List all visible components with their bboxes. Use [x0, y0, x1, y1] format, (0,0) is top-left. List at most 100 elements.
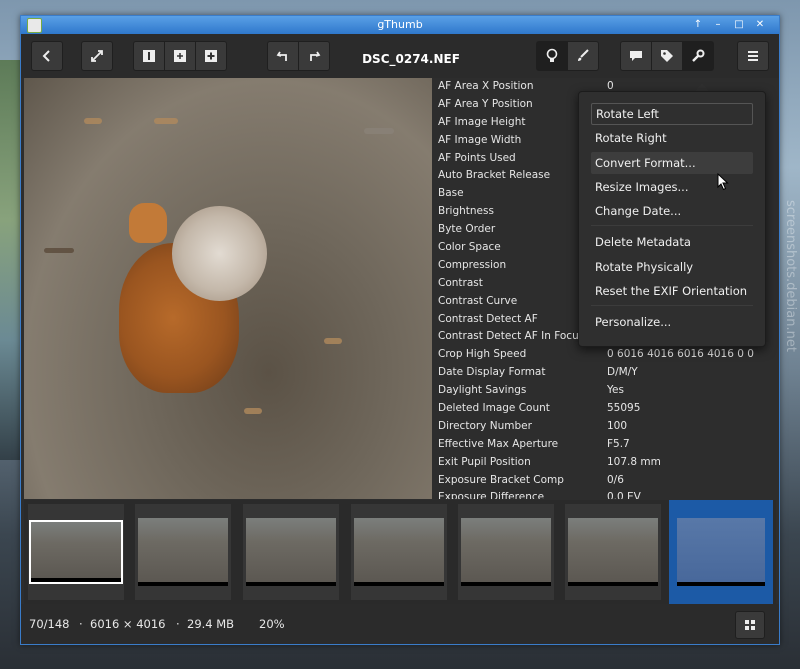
- metadata-key: Byte Order: [438, 223, 496, 236]
- thumbnail[interactable]: [135, 504, 231, 600]
- metadata-key: Base: [438, 187, 464, 200]
- rotate-right-button[interactable]: [298, 41, 330, 71]
- thumbnail-strip[interactable]: [24, 500, 776, 604]
- squirrel-head: [129, 203, 167, 243]
- metadata-key: Deleted Image Count: [438, 402, 550, 415]
- grid-icon: [745, 620, 755, 630]
- thumbnail[interactable]: [565, 504, 661, 600]
- metadata-key: Directory Number: [438, 419, 532, 432]
- metadata-row: Deleted Image Count 55095: [434, 400, 776, 418]
- back-button[interactable]: [31, 41, 63, 71]
- metadata-key: AF Area Y Position: [438, 97, 533, 110]
- metadata-row: Exit Pupil Position 107.8 mm: [434, 454, 776, 472]
- fullscreen-button[interactable]: [81, 41, 113, 71]
- watermark: screenshots.debian.net: [783, 200, 798, 352]
- ground-twig: [44, 248, 74, 253]
- metadata-value: D/M/Y: [607, 366, 638, 379]
- tag-icon: [661, 50, 673, 62]
- lightbulb-icon: [546, 48, 558, 62]
- ground-leaf: [324, 338, 342, 344]
- main-menu-button[interactable]: [737, 41, 769, 71]
- menu-separator: [591, 305, 753, 306]
- fullscreen-icon: [91, 50, 103, 62]
- metadata-key: Contrast Detect AF: [438, 312, 538, 325]
- thumbnail-image: [461, 518, 551, 586]
- tools-menu: Rotate Left Rotate Right Convert Format...…: [578, 91, 766, 347]
- metadata-key: Contrast: [438, 276, 483, 289]
- keep-above-icon[interactable]: ↑: [691, 18, 705, 31]
- metadata-key: Contrast Detect AF In Focus: [438, 330, 585, 343]
- metadata-row: Directory Number 100: [434, 418, 776, 436]
- metadata-value: Yes: [607, 384, 624, 397]
- thumbnail[interactable]: [669, 500, 773, 604]
- thumbnail-image: [246, 518, 336, 586]
- toolbar: DSC_0274.NEF: [21, 34, 779, 78]
- metadata-key: AF Image Width: [438, 133, 522, 146]
- ground-leaf: [154, 118, 178, 124]
- desktop-background: [0, 60, 22, 460]
- menu-item-convert-format[interactable]: Convert Format...: [591, 152, 753, 174]
- file-name: DSC_0274.NEF: [362, 52, 460, 66]
- thumbnail[interactable]: [351, 504, 447, 600]
- metadata-key: Date Display Format: [438, 366, 546, 379]
- squirrel-tail: [172, 206, 267, 301]
- wrench-icon: [692, 49, 705, 62]
- metadata-key: Exposure Difference: [438, 491, 545, 499]
- zoom-in-button[interactable]: [195, 41, 227, 71]
- thumbnail[interactable]: [458, 504, 554, 600]
- menu-item-rotate-physically[interactable]: Rotate Physically: [591, 256, 753, 278]
- metadata-key: Crop High Speed: [438, 348, 527, 361]
- comment-button[interactable]: [620, 41, 652, 71]
- menu-item-delete-metadata[interactable]: Delete Metadata: [591, 231, 753, 253]
- fit-window-button[interactable]: [164, 41, 196, 71]
- menu-item-rotate-right[interactable]: Rotate Right: [591, 127, 753, 149]
- tools-group: [620, 41, 714, 71]
- chevron-left-icon: [42, 50, 50, 62]
- thumbnail-image: [677, 518, 765, 586]
- metadata-key: AF Area X Position: [438, 80, 534, 92]
- browser-mode-button[interactable]: [735, 611, 765, 639]
- status-separator: ·: [79, 617, 83, 631]
- metadata-value: 55095: [607, 402, 641, 415]
- title-bar[interactable]: gThumb ↑ – □ ✕: [21, 16, 779, 34]
- thumbnail[interactable]: [28, 504, 124, 600]
- image-viewer[interactable]: [24, 78, 432, 499]
- metadata-key: Exit Pupil Position: [438, 455, 531, 468]
- properties-toggle[interactable]: [536, 41, 568, 71]
- rotate-left-button[interactable]: [267, 41, 299, 71]
- mouse-cursor-icon: [717, 173, 729, 191]
- metadata-key: Contrast Curve: [438, 294, 518, 307]
- tags-button[interactable]: [651, 41, 683, 71]
- menu-item-change-date[interactable]: Change Date...: [591, 200, 753, 222]
- metadata-row: Daylight Savings Yes: [434, 382, 776, 400]
- metadata-key: Compression: [438, 258, 507, 271]
- actual-size-button[interactable]: [133, 41, 165, 71]
- tools-button[interactable]: [682, 41, 714, 71]
- metadata-key: AF Points Used: [438, 151, 516, 164]
- gthumb-window: gThumb ↑ – □ ✕ DSC_0274.NEF AF Area X Po…: [20, 15, 780, 645]
- thumbnail-image: [29, 520, 123, 584]
- metadata-row: Exposure Difference 0.0 EV: [434, 489, 776, 499]
- edit-button[interactable]: [567, 41, 599, 71]
- metadata-key: Exposure Bracket Comp: [438, 473, 564, 486]
- status-separator: ·: [176, 617, 180, 631]
- metadata-row: Effective Max Aperture F5.7: [434, 436, 776, 454]
- metadata-row: Exposure Bracket Comp 0/6: [434, 472, 776, 490]
- metadata-value: F5.7: [607, 437, 630, 450]
- menu-item-personalize[interactable]: Personalize...: [591, 311, 753, 333]
- fit-window-icon: [174, 50, 186, 62]
- metadata-value: 0.0 EV: [607, 491, 641, 499]
- maximize-icon[interactable]: □: [732, 18, 746, 31]
- thumbnail[interactable]: [243, 504, 339, 600]
- metadata-key: Effective Max Aperture: [438, 437, 559, 450]
- menu-item-reset-exif-orientation[interactable]: Reset the EXIF Orientation: [591, 280, 753, 302]
- close-icon[interactable]: ✕: [753, 18, 767, 31]
- thumbnail-image: [568, 518, 658, 586]
- menu-item-rotate-left[interactable]: Rotate Left: [591, 103, 753, 125]
- minimize-icon[interactable]: –: [711, 18, 725, 31]
- image-dimensions: 6016 × 4016: [90, 617, 166, 631]
- metadata-row: Crop High Speed 0 6016 4016 6016 4016 0 0: [434, 346, 776, 364]
- zoom-level: 20%: [259, 617, 285, 631]
- brush-icon: [578, 49, 589, 61]
- rotate-left-icon: [276, 51, 287, 61]
